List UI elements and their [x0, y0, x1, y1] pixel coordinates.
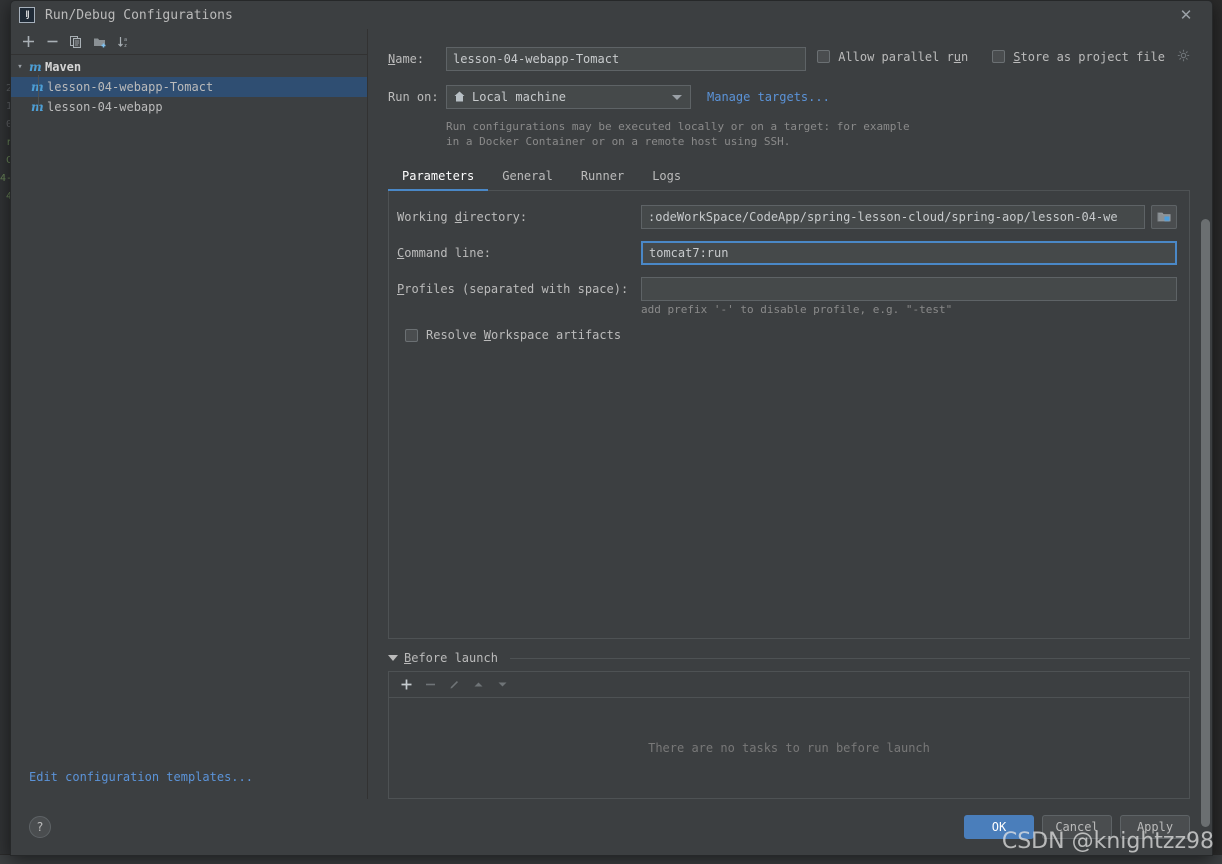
copy-icon[interactable]: [65, 31, 87, 53]
tree-guide-line: [38, 75, 39, 111]
profiles-hint: add prefix '-' to disable profile, e.g. …: [641, 303, 953, 316]
tree-item-label: lesson-04-webapp: [47, 100, 163, 114]
profiles-row: Profiles (separated with space):: [397, 277, 1177, 301]
divider: [509, 657, 1190, 659]
help-button[interactable]: ?: [29, 816, 51, 838]
tab-runner[interactable]: Runner: [567, 165, 638, 190]
minus-icon: [419, 674, 441, 696]
dialog-footer: ? OK Cancel Apply: [11, 799, 1212, 855]
configurations-tree[interactable]: ▾ m Maven m lesson-04-webapp-Tomact m le…: [11, 55, 367, 755]
manage-targets-link[interactable]: Manage targets...: [707, 90, 830, 104]
intellij-logo-icon: IJ: [19, 7, 35, 23]
checkbox-icon[interactable]: [992, 50, 1006, 63]
tree-item-label: lesson-04-webapp-Tomact: [47, 80, 214, 94]
apply-button[interactable]: Apply: [1120, 815, 1190, 839]
tree-group-label: Maven: [45, 60, 82, 74]
tab-parameters[interactable]: Parameters: [388, 165, 489, 191]
tab-logs[interactable]: Logs: [638, 165, 695, 190]
chevron-down-icon[interactable]: ▾: [11, 62, 29, 72]
run-debug-configurations-dialog: IJ Run/Debug Configurations ✕ a z ▾ m Ma…: [10, 0, 1213, 856]
ok-button[interactable]: OK: [964, 815, 1034, 839]
run-options-group: Allow parallel run Store as project file: [817, 47, 1190, 66]
resolve-workspace-artifacts-label: Resolve Workspace artifacts: [426, 328, 622, 342]
name-input[interactable]: [446, 47, 806, 71]
plus-icon[interactable]: [17, 31, 39, 53]
before-launch-title: Before launch: [404, 651, 498, 665]
chevron-down-icon[interactable]: [388, 655, 398, 661]
maven-icon: m: [31, 100, 47, 114]
run-on-label: Run on:: [388, 90, 439, 104]
allow-parallel-run-label: Allow parallel run: [838, 49, 969, 64]
configuration-tabs: Parameters General Runner Logs: [388, 165, 1190, 191]
dialog-body: a z ▾ m Maven m lesson-04-webapp-Tomact: [11, 29, 1212, 827]
run-on-hint: Run configurations may be executed local…: [446, 120, 910, 148]
arrow-down-icon: [491, 674, 513, 696]
tree-item-lesson-04-webapp[interactable]: m lesson-04-webapp: [11, 97, 367, 117]
dialog-scrollbar-thumb[interactable]: [1201, 219, 1210, 827]
store-as-project-file-checkbox[interactable]: Store as project file: [992, 47, 1190, 66]
new-folder-icon[interactable]: [89, 31, 111, 53]
gear-icon[interactable]: [1177, 47, 1190, 66]
command-line-row: Command line:: [397, 241, 1177, 265]
minus-icon[interactable]: [41, 31, 63, 53]
before-launch-toolbar: [388, 671, 1190, 697]
dialog-action-buttons: OK Cancel Apply: [964, 815, 1190, 839]
edit-configuration-templates-link[interactable]: Edit configuration templates...: [11, 755, 367, 799]
configurations-left-pane: a z ▾ m Maven m lesson-04-webapp-Tomact: [11, 29, 368, 799]
profiles-label: Profiles (separated with space):: [397, 282, 629, 296]
cancel-button[interactable]: Cancel: [1042, 815, 1112, 839]
dialog-title: Run/Debug Configurations: [45, 7, 233, 23]
checkbox-icon[interactable]: [405, 328, 418, 342]
configurations-toolbar: a z: [11, 29, 367, 55]
tree-group-maven[interactable]: ▾ m Maven: [11, 57, 367, 77]
plus-icon[interactable]: [395, 674, 417, 696]
pencil-icon: [443, 674, 465, 696]
command-line-label: Command line:: [397, 246, 491, 260]
maven-icon: m: [29, 60, 42, 74]
before-launch-header: Before launch: [388, 651, 1190, 665]
before-launch-task-list[interactable]: There are no tasks to run before launch: [388, 697, 1190, 799]
configuration-editor-pane: Name: Allow parallel run Store as projec…: [368, 29, 1212, 827]
allow-parallel-run-checkbox[interactable]: Allow parallel run: [817, 50, 968, 64]
tab-general[interactable]: General: [488, 165, 567, 190]
working-directory-label: Working directory:: [397, 210, 528, 224]
run-on-select[interactable]: Local machine: [446, 85, 691, 109]
close-icon[interactable]: ✕: [1164, 3, 1208, 27]
resolve-workspace-artifacts-checkbox[interactable]: Resolve Workspace artifacts: [397, 328, 1177, 342]
working-directory-field-wrap: [641, 205, 1177, 229]
checkbox-icon[interactable]: [817, 50, 831, 63]
sort-alpha-icon[interactable]: a z: [113, 31, 135, 53]
profiles-input[interactable]: [641, 277, 1177, 301]
working-directory-row: Working directory:: [397, 205, 1177, 229]
folder-icon[interactable]: [1157, 209, 1172, 228]
home-icon: [453, 88, 466, 107]
before-launch-section: Before launch There are no tasks to run …: [388, 639, 1190, 799]
dialog-scrollbar[interactable]: [1201, 219, 1210, 827]
store-as-project-file-label: Store as project file: [1013, 49, 1165, 64]
parameters-panel: Working directory::odeWorkSpace/CodeApp…: [388, 191, 1190, 639]
arrow-up-icon: [467, 674, 489, 696]
maven-icon: m: [31, 80, 47, 94]
chevron-down-icon[interactable]: [672, 95, 682, 100]
name-label: Name:: [388, 52, 425, 66]
command-line-input[interactable]: [641, 241, 1177, 265]
run-on-row: Run on: Local machine Manage targets...: [388, 85, 1190, 109]
run-on-value: Local machine: [472, 90, 566, 104]
before-launch-empty-message: There are no tasks to run before launch: [648, 741, 930, 755]
dialog-title-bar: IJ Run/Debug Configurations ✕: [11, 1, 1212, 29]
svg-text:z: z: [124, 43, 127, 49]
tree-item-lesson-04-webapp-tomact[interactable]: m lesson-04-webapp-Tomact: [11, 77, 367, 97]
working-directory-input[interactable]: [641, 205, 1145, 229]
